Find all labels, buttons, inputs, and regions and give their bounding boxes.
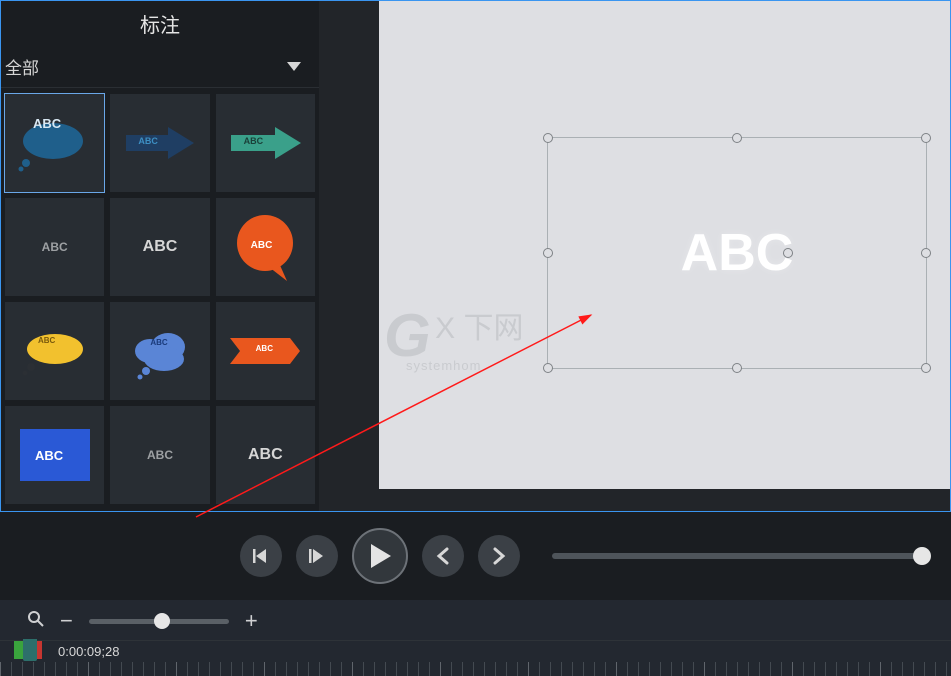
annotation-grid: ABC ABC ABC ABC ABC (1, 88, 319, 510)
speech-oval-yellow-icon (15, 321, 95, 381)
resize-handle-tr[interactable] (921, 133, 931, 143)
annotation-tile[interactable]: ABC (5, 406, 104, 504)
annotation-tile[interactable]: ABC (110, 94, 209, 192)
annotation-tile[interactable]: ABC (216, 302, 315, 400)
magnifier-icon (28, 611, 44, 632)
annotation-text: ABC (681, 223, 794, 283)
play-icon (368, 543, 392, 569)
zoom-out-button[interactable]: − (60, 608, 73, 634)
resize-handle-ml[interactable] (543, 248, 553, 258)
playhead[interactable]: 0:00:09;28 (14, 641, 119, 661)
filter-dropdown[interactable]: 全部 (1, 46, 319, 88)
annotation-tile[interactable]: ABC (5, 94, 104, 192)
resize-handle-tc[interactable] (732, 133, 742, 143)
app-frame: 标注 全部 ABC ABC (0, 0, 951, 512)
annotation-tile[interactable]: ABC (5, 198, 104, 296)
video-canvas[interactable]: G X 下网 systemhom ABC (379, 1, 950, 489)
progress-thumb[interactable] (913, 547, 931, 565)
step-back-icon (252, 547, 270, 565)
resize-handle-bc[interactable] (732, 363, 742, 373)
watermark-sub: systemhom (406, 358, 523, 373)
annotation-tile[interactable]: ABC (216, 198, 315, 296)
playhead-marker-icon (14, 641, 42, 661)
progress-slider[interactable] (552, 553, 927, 559)
tile-label: ABC (143, 238, 178, 256)
resize-handle-mc[interactable] (783, 248, 793, 258)
next-frame-button[interactable] (296, 535, 338, 577)
timecode: 0:00:09;28 (58, 644, 119, 659)
filter-label: 全部 (5, 54, 39, 79)
annotation-tile[interactable]: ABC (110, 302, 209, 400)
resize-handle-mr[interactable] (921, 248, 931, 258)
tile-label: ABC (248, 446, 283, 464)
zoom-controls: − + (0, 600, 951, 640)
seek-back-button[interactable] (422, 535, 464, 577)
annotation-selection[interactable]: ABC (547, 137, 927, 369)
annotation-tile[interactable]: ABC (216, 406, 315, 504)
timeline-ruler[interactable]: 0:00:09;28 (0, 640, 951, 664)
play-button[interactable] (352, 528, 408, 584)
chevron-down-icon (287, 62, 301, 71)
sidebar-title: 标注 (1, 1, 319, 46)
prev-frame-button[interactable] (240, 535, 282, 577)
annotation-tile[interactable]: ABC (5, 302, 104, 400)
chevron-right-icon (492, 547, 506, 565)
timeline-ticks (0, 662, 951, 676)
annotation-tile[interactable]: ABC (110, 406, 209, 504)
watermark: G X 下网 systemhom (384, 301, 523, 373)
arrow-darkblue-icon (120, 123, 200, 163)
speech-bubble-orange-icon (225, 207, 305, 287)
playback-controls (0, 520, 951, 592)
tile-label: ABC (147, 448, 173, 462)
annotation-tile[interactable]: ABC (110, 198, 209, 296)
step-forward-icon (308, 547, 326, 565)
watermark-big: G (384, 302, 431, 369)
zoom-in-button[interactable]: + (245, 608, 258, 634)
sidebar-annotations: 标注 全部 ABC ABC (1, 1, 319, 511)
rect-blue-icon (20, 429, 90, 481)
timeline-panel: − + 0:00:09;28 (0, 600, 951, 676)
resize-handle-tl[interactable] (543, 133, 553, 143)
cloud-blue-icon (120, 321, 200, 381)
zoom-thumb[interactable] (154, 613, 170, 629)
tile-label: ABC (42, 240, 68, 254)
resize-handle-br[interactable] (921, 363, 931, 373)
watermark-rest: X 下网 (435, 312, 523, 345)
chevron-left-icon (436, 547, 450, 565)
seek-forward-button[interactable] (478, 535, 520, 577)
arrow-teal-icon (225, 123, 305, 163)
resize-handle-bl[interactable] (543, 363, 553, 373)
annotation-tile[interactable]: ABC (216, 94, 315, 192)
preview-area: G X 下网 systemhom ABC (319, 1, 950, 511)
ribbon-orange-icon (230, 338, 300, 364)
speech-oval-blue-icon (15, 113, 95, 173)
zoom-slider[interactable] (89, 619, 229, 624)
